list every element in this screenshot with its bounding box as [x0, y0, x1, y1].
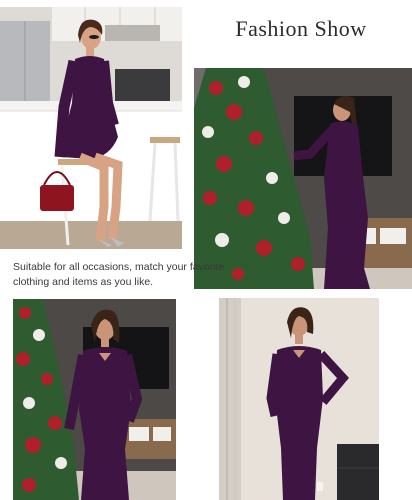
caption-line-1: Suitable for all occasions, match your f… — [13, 261, 225, 273]
page-title: Fashion Show — [235, 16, 367, 41]
photo-plain-wall-pose — [219, 298, 379, 500]
product-gallery: Fashion Show Suitable for all occasions,… — [0, 0, 412, 500]
photo-kitchen-pose — [0, 7, 182, 249]
caption-text: Suitable for all occasions, match your f… — [13, 260, 273, 290]
photo-christmas-tree-pose — [194, 68, 412, 289]
caption-line-2: clothing and items as you like. — [13, 276, 154, 288]
photo-front-pose — [13, 299, 176, 500]
